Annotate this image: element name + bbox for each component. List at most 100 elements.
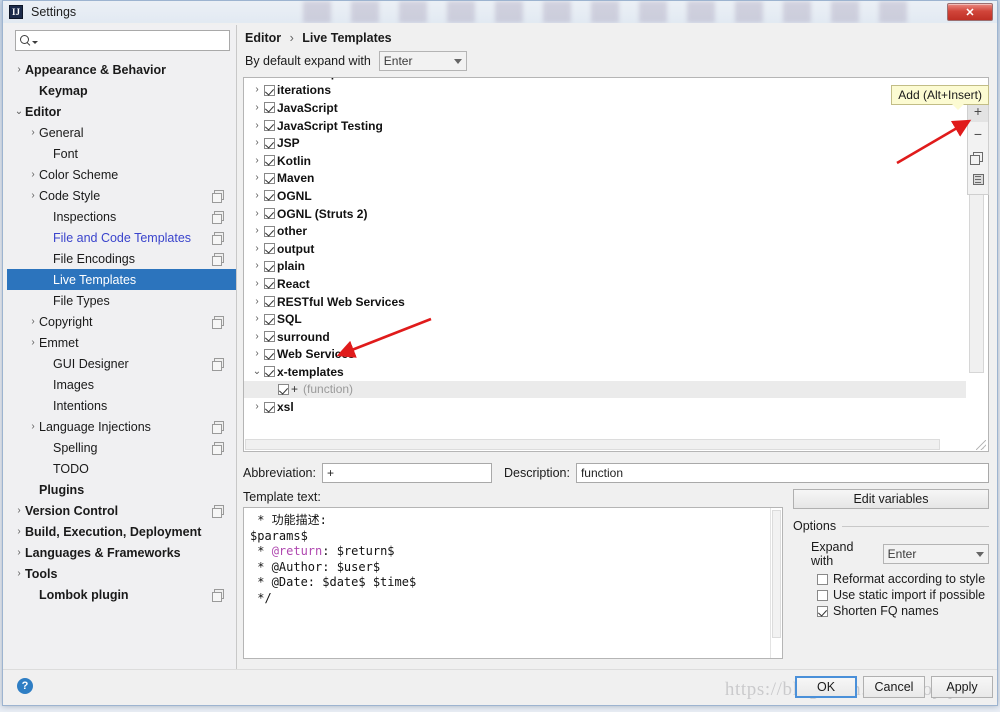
breadcrumb-root[interactable]: Editor bbox=[245, 31, 281, 45]
chevron-right-icon[interactable]: › bbox=[27, 337, 39, 348]
chevron-right-icon[interactable]: › bbox=[13, 568, 25, 579]
chevron-right-icon[interactable]: › bbox=[250, 155, 264, 166]
template-checkbox[interactable] bbox=[264, 225, 275, 237]
template-checkbox[interactable] bbox=[264, 278, 275, 290]
template-checkbox[interactable] bbox=[264, 84, 275, 96]
option-checkbox[interactable] bbox=[817, 589, 828, 601]
copy-settings-icon[interactable] bbox=[212, 316, 224, 329]
chevron-right-icon[interactable]: › bbox=[250, 402, 264, 412]
sidebar-item-editor[interactable]: ⌄ Editor bbox=[7, 101, 236, 122]
copy-settings-icon[interactable] bbox=[212, 442, 224, 455]
template-group-row[interactable]: › OGNL (Struts 2) bbox=[244, 205, 966, 223]
sidebar-item-spelling[interactable]: ›Spelling bbox=[7, 437, 236, 458]
sidebar-item-copyright[interactable]: › Copyright bbox=[7, 311, 236, 332]
sidebar-item-gui-designer[interactable]: ›GUI Designer bbox=[7, 353, 236, 374]
template-checkbox[interactable] bbox=[264, 120, 275, 132]
chevron-right-icon[interactable]: › bbox=[250, 190, 264, 201]
sidebar-item-color-scheme[interactable]: › Color Scheme bbox=[7, 164, 236, 185]
copy-settings-icon[interactable] bbox=[212, 190, 224, 203]
chevron-right-icon[interactable]: › bbox=[13, 505, 25, 516]
cancel-button[interactable]: Cancel bbox=[863, 676, 925, 698]
template-group-row[interactable]: › SQL bbox=[244, 310, 966, 328]
template-group-row[interactable]: › xsl bbox=[244, 398, 966, 416]
chevron-right-icon[interactable]: › bbox=[250, 314, 264, 324]
copy-settings-icon[interactable] bbox=[212, 232, 224, 245]
chevron-right-icon[interactable]: › bbox=[250, 261, 264, 271]
help-icon[interactable]: ? bbox=[17, 678, 33, 694]
apply-button[interactable]: Apply bbox=[931, 676, 993, 698]
sidebar-item-general[interactable]: › General bbox=[7, 122, 236, 143]
edit-variables-button[interactable]: Edit variables bbox=[793, 489, 989, 509]
sidebar-item-languages-frameworks[interactable]: › Languages & Frameworks bbox=[7, 542, 236, 563]
chevron-right-icon[interactable]: › bbox=[250, 120, 264, 131]
sidebar-item-file-and-code-templates[interactable]: ›File and Code Templates bbox=[7, 227, 236, 248]
template-group-row[interactable]: › other bbox=[244, 222, 966, 240]
template-group-row[interactable]: › plain bbox=[244, 258, 966, 276]
copy-settings-icon[interactable] bbox=[212, 253, 224, 266]
sidebar-item-keymap[interactable]: ›Keymap bbox=[7, 80, 236, 101]
chevron-right-icon[interactable]: › bbox=[250, 296, 264, 307]
copy-settings-icon[interactable] bbox=[212, 211, 224, 224]
sidebar-item-font[interactable]: ›Font bbox=[7, 143, 236, 164]
sidebar-item-file-encodings[interactable]: ›File Encodings bbox=[7, 248, 236, 269]
sidebar-item-emmet[interactable]: › Emmet bbox=[7, 332, 236, 353]
sidebar-item-tools[interactable]: › Tools bbox=[7, 563, 236, 584]
duplicate-icon[interactable] bbox=[968, 145, 988, 168]
template-group-row[interactable]: › surround bbox=[244, 328, 966, 346]
template-group-row[interactable]: › Maven bbox=[244, 170, 966, 188]
copy-settings-icon[interactable] bbox=[212, 421, 224, 434]
template-group-row[interactable]: ›+(function) bbox=[244, 380, 966, 399]
scrollbar-thumb[interactable] bbox=[969, 175, 984, 373]
template-text-editor[interactable]: * 功能描述: $params$ * @return: $return$ * @… bbox=[243, 507, 783, 659]
templates-horizontal-scrollbar[interactable] bbox=[245, 439, 969, 450]
template-checkbox[interactable] bbox=[264, 366, 275, 378]
chevron-down-icon[interactable]: ⌄ bbox=[13, 106, 25, 117]
sidebar-item-images[interactable]: ›Images bbox=[7, 374, 236, 395]
template-group-row[interactable]: › output bbox=[244, 240, 966, 258]
chevron-right-icon[interactable]: › bbox=[250, 226, 264, 236]
template-checkbox[interactable] bbox=[278, 383, 289, 395]
option-checkbox[interactable] bbox=[817, 573, 828, 585]
sidebar-item-plugins[interactable]: ›Plugins bbox=[7, 479, 236, 500]
template-group-row[interactable]: › RESTful Web Services bbox=[244, 293, 966, 311]
template-checkbox[interactable] bbox=[264, 296, 275, 308]
template-checkbox[interactable] bbox=[264, 243, 275, 255]
template-group-row[interactable]: › React bbox=[244, 275, 966, 293]
option-checkbox[interactable] bbox=[817, 605, 828, 617]
chevron-right-icon[interactable]: › bbox=[250, 173, 264, 183]
template-checkbox[interactable] bbox=[264, 137, 275, 149]
expand-with-select[interactable]: Enter bbox=[882, 544, 989, 564]
chevron-right-icon[interactable]: › bbox=[250, 138, 264, 148]
sidebar-item-language-injections[interactable]: › Language Injections bbox=[7, 416, 236, 437]
chevron-right-icon[interactable]: › bbox=[250, 278, 264, 289]
template-checkbox[interactable] bbox=[264, 172, 275, 184]
template-group-row[interactable]: › Kotlin bbox=[244, 152, 966, 170]
scrollbar-thumb[interactable] bbox=[245, 439, 941, 450]
template-checkbox[interactable] bbox=[264, 208, 275, 220]
template-checkbox[interactable] bbox=[264, 155, 275, 167]
chevron-right-icon[interactable]: › bbox=[250, 85, 264, 95]
chevron-right-icon[interactable]: › bbox=[27, 421, 39, 432]
sidebar-item-appearance-behavior[interactable]: › Appearance & Behavior bbox=[7, 59, 236, 80]
chevron-right-icon[interactable]: › bbox=[250, 349, 264, 359]
option-checkbox-row[interactable]: Reformat according to style bbox=[817, 572, 989, 586]
sidebar-item-intentions[interactable]: ›Intentions bbox=[7, 395, 236, 416]
abbreviation-input[interactable]: + bbox=[321, 463, 492, 483]
chevron-right-icon[interactable]: › bbox=[13, 64, 25, 75]
template-group-row[interactable]: › JavaScript bbox=[244, 99, 966, 117]
template-group-row[interactable]: › OGNL bbox=[244, 187, 966, 205]
template-checkbox[interactable] bbox=[264, 401, 275, 413]
scrollbar-thumb[interactable] bbox=[772, 510, 781, 638]
template-text-content[interactable]: * 功能描述: $params$ * @return: $return$ * @… bbox=[244, 508, 782, 611]
copy-settings-icon[interactable] bbox=[212, 505, 224, 518]
template-checkbox[interactable] bbox=[264, 348, 275, 360]
template-checkbox[interactable] bbox=[264, 313, 275, 325]
option-checkbox-row[interactable]: Use static import if possible bbox=[817, 588, 989, 602]
template-checkbox[interactable] bbox=[264, 190, 275, 202]
template-checkbox[interactable] bbox=[264, 102, 275, 114]
copy-settings-icon[interactable] bbox=[212, 358, 224, 371]
chevron-right-icon[interactable]: › bbox=[250, 208, 264, 219]
sidebar-item-todo[interactable]: ›TODO bbox=[7, 458, 236, 479]
sidebar-item-lombok-plugin[interactable]: ›Lombok plugin bbox=[7, 584, 236, 605]
copy-icon[interactable] bbox=[968, 168, 988, 191]
